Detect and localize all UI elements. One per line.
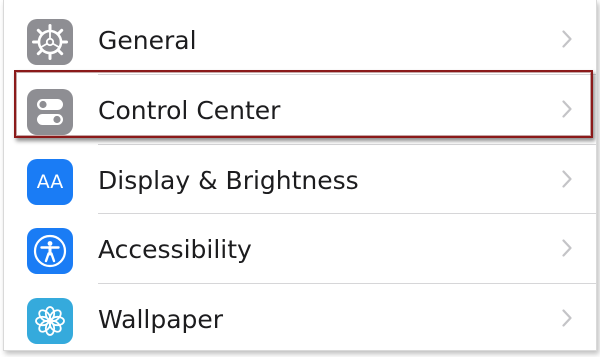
- settings-row-label: Display & Brightness: [98, 166, 359, 195]
- chevron-right-icon: [562, 100, 572, 118]
- settings-list: General Control Center AA Display & Brig…: [3, 0, 597, 351]
- settings-row-control-center[interactable]: Control Center: [4, 75, 596, 144]
- chevron-right-icon: [562, 170, 572, 188]
- settings-row-label: Wallpaper: [98, 305, 224, 334]
- settings-row-general[interactable]: General: [4, 5, 596, 74]
- settings-row-label: Accessibility: [98, 235, 252, 264]
- settings-row-accessibility[interactable]: Accessibility: [4, 214, 596, 283]
- chevron-right-icon: [562, 239, 572, 257]
- gear-icon: [27, 19, 73, 65]
- toggle-switches-icon: [27, 89, 73, 135]
- accessibility-person-icon: [27, 228, 73, 274]
- chevron-right-icon: [562, 30, 572, 48]
- settings-row-wallpaper[interactable]: Wallpaper: [4, 284, 596, 350]
- settings-row-label: Control Center: [98, 96, 281, 125]
- chevron-right-icon: [562, 309, 572, 327]
- text-size-glyph: AA: [36, 171, 64, 193]
- settings-row-display-brightness[interactable]: AA Display & Brightness: [4, 145, 596, 214]
- flower-icon: [27, 298, 73, 344]
- settings-row-label: General: [98, 26, 197, 55]
- text-size-icon: AA: [27, 159, 73, 205]
